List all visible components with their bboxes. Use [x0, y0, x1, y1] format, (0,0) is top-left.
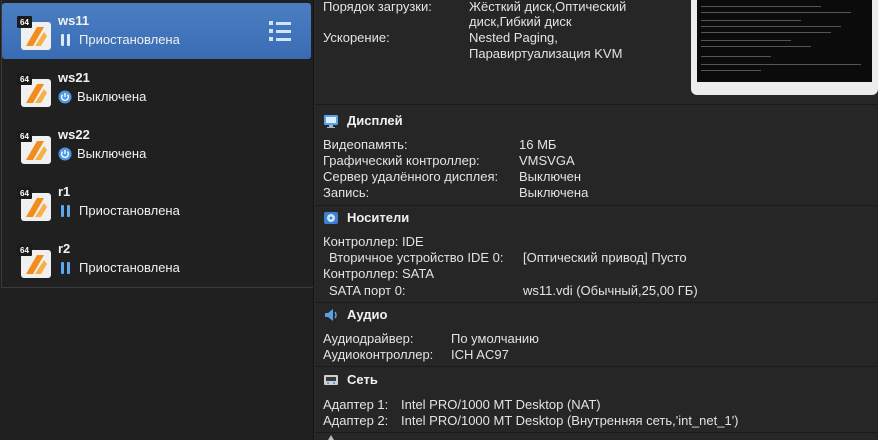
- display-row-value: Выключена: [519, 185, 589, 200]
- vm-name: r2: [58, 241, 71, 256]
- sata-port-value: ws11.vdi (Обычный,25,00 ГБ): [523, 283, 698, 298]
- section-divider: [315, 104, 878, 105]
- vm-state: Приостановлена: [58, 203, 180, 218]
- vm-state-label: Приостановлена: [79, 260, 180, 275]
- adapter2-value: Intel PRO/1000 MT Desktop (Внутренняя се…: [401, 413, 739, 428]
- vm-state-label: Приостановлена: [79, 203, 180, 218]
- details-menu-icon[interactable]: [269, 21, 291, 41]
- vm-details-panel: Порядок загрузки: Жёсткий диск,Оптически…: [315, 0, 878, 440]
- boot-order-label: Порядок загрузки:: [323, 0, 432, 14]
- usb-icon: [328, 435, 334, 440]
- disk-icon: [324, 212, 338, 224]
- vm-state-label: Выключена: [77, 146, 147, 161]
- vm-state-label: Приостановлена: [79, 32, 180, 47]
- audio-driver-label: Аудиодрайвер:: [323, 331, 414, 346]
- svg-text:64: 64: [20, 246, 29, 255]
- adapter2-label: Адаптер 2:: [323, 413, 389, 428]
- section-divider: [315, 366, 878, 367]
- ide-port-value: [Оптический привод] Пусто: [523, 250, 687, 265]
- boot-order-value: Жёсткий диск,Оптический: [469, 0, 627, 14]
- boot-order-value-cont: диск,Гибкий диск: [469, 14, 572, 29]
- display-row-label: Запись:: [323, 185, 370, 200]
- adapter1-label: Адаптер 1:: [323, 397, 389, 412]
- vm-state: Выключена: [58, 146, 146, 161]
- adapter1-value: Intel PRO/1000 MT Desktop (NAT): [401, 397, 601, 412]
- controller-ide: Контроллер: IDE: [323, 234, 424, 249]
- os-64bit-icon: 64: [17, 130, 51, 164]
- network-section-header[interactable]: Сеть: [315, 368, 878, 392]
- os-64bit-icon: 64: [17, 16, 51, 50]
- acceleration-value: Nested Paging,: [469, 30, 558, 45]
- svg-text:64: 64: [20, 132, 29, 141]
- acceleration-label: Ускорение:: [323, 30, 390, 45]
- section-divider: [315, 432, 878, 433]
- power-off-icon: [58, 147, 72, 161]
- audio-section-header[interactable]: Аудио: [315, 303, 878, 327]
- speaker-icon: [325, 309, 337, 321]
- os-64bit-icon: 64: [17, 187, 51, 221]
- vm-list-panel: 64 ws11 Приостановлена 64 ws21 Выключена…: [0, 0, 314, 440]
- pause-icon: [58, 204, 74, 218]
- display-section-header[interactable]: Дисплей: [315, 109, 878, 133]
- sata-port-label: SATA порт 0:: [329, 283, 406, 298]
- audio-section-title: Аудио: [347, 307, 388, 322]
- storage-section-header[interactable]: Носители: [315, 206, 878, 230]
- vm-name: ws11: [58, 13, 90, 28]
- os-64bit-icon: 64: [17, 73, 51, 107]
- vm-preview-screen: [697, 0, 872, 82]
- vm-list-item-ws21[interactable]: 64 ws21 Выключена: [2, 60, 311, 116]
- monitor-icon: [324, 115, 338, 128]
- acceleration-value-cont: Паравиртуализация KVM: [469, 46, 623, 61]
- vm-state: Приостановлена: [58, 32, 180, 47]
- display-row-value: 16 МБ: [519, 137, 557, 152]
- svg-text:64: 64: [20, 18, 29, 27]
- vm-name: r1: [58, 184, 71, 199]
- os-64bit-icon: 64: [17, 244, 51, 278]
- ide-port-label: Вторичное устройство IDE 0:: [329, 250, 504, 265]
- svg-text:64: 64: [20, 189, 29, 198]
- display-row-value: Выключен: [519, 169, 582, 184]
- display-section-title: Дисплей: [347, 113, 403, 128]
- vm-list-item-ws11[interactable]: 64 ws11 Приостановлена: [2, 3, 311, 59]
- pause-icon: [58, 261, 74, 275]
- svg-text:64: 64: [20, 75, 29, 84]
- controller-sata: Контроллер: SATA: [323, 266, 434, 281]
- network-section-title: Сеть: [347, 372, 378, 387]
- display-row-label: Видеопамять:: [323, 137, 408, 152]
- vm-list-item-ws22[interactable]: 64 ws22 Выключена: [2, 117, 311, 173]
- vm-name: ws22: [58, 127, 90, 142]
- storage-section-title: Носители: [347, 210, 410, 225]
- audio-controller-value: ICH AC97: [451, 347, 509, 362]
- display-row-label: Графический контроллер:: [323, 153, 480, 168]
- vm-state: Приостановлена: [58, 260, 180, 275]
- vm-list-item-r1[interactable]: 64 r1 Приостановлена: [2, 174, 311, 230]
- pause-icon: [58, 33, 74, 47]
- vm-state-label: Выключена: [77, 89, 147, 104]
- display-row-label: Сервер удалённого дисплея:: [323, 169, 499, 184]
- power-off-icon: [58, 90, 72, 104]
- vm-list-item-r2[interactable]: 64 r2 Приостановлена: [2, 231, 311, 287]
- network-icon: [324, 375, 338, 385]
- audio-controller-label: Аудиоконтроллер:: [323, 347, 434, 362]
- display-row-value: VMSVGA: [519, 153, 575, 168]
- audio-driver-value: По умолчанию: [451, 331, 539, 346]
- vm-state: Выключена: [58, 89, 146, 104]
- vm-preview[interactable]: [691, 0, 878, 95]
- vm-name: ws21: [58, 70, 90, 85]
